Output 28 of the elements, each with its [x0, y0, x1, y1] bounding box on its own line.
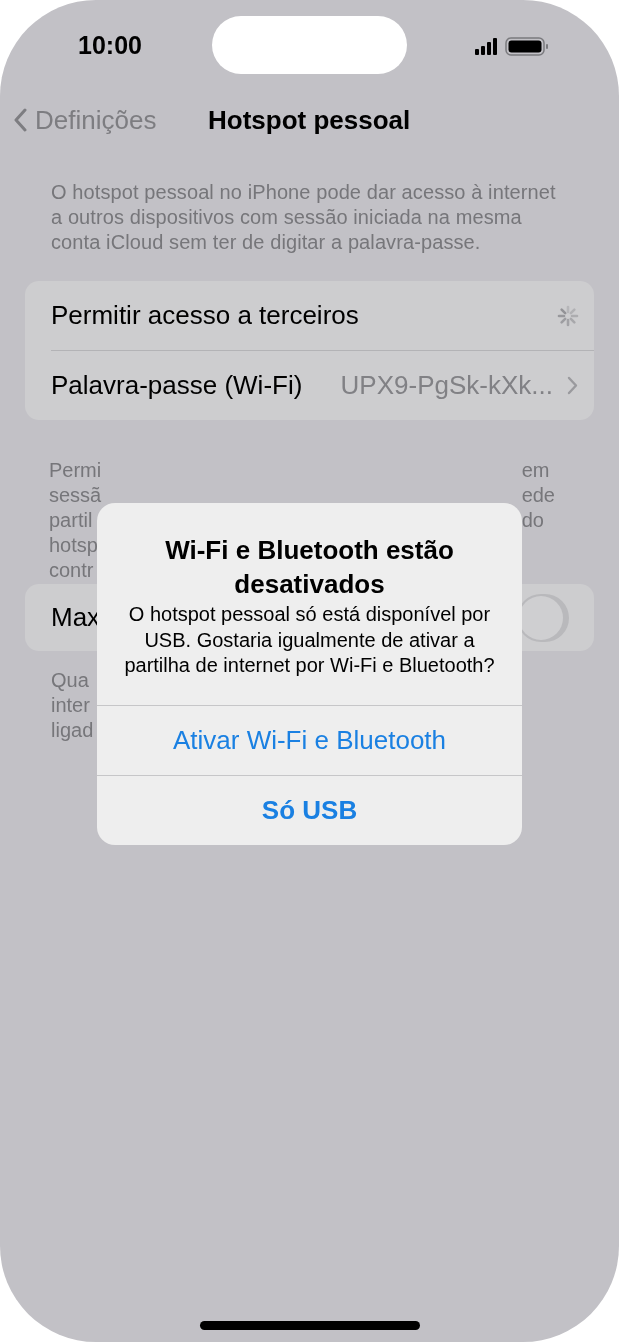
loading-spinner-icon [556, 303, 580, 328]
back-chevron-icon [14, 108, 27, 132]
row-label: Permitir acesso a terceiros [51, 300, 359, 331]
note-text: partil [49, 508, 94, 533]
page-title: Hotspot pessoal [208, 104, 411, 136]
row-value: UPX9-PgSk-kXk... [340, 370, 553, 401]
note-text: em [521, 458, 551, 483]
alert-message: O hotspot pessoal só está disponível por USB. Gostaria igualmente de ativar a partilha de internet por Wi-Fi e Bluetooth? [123, 602, 496, 678]
note-text: sessã [49, 483, 102, 508]
back-button[interactable]: Definições [14, 104, 157, 136]
note-text: contr [49, 558, 95, 583]
alert-button[interactable]: Só USB [97, 774, 522, 845]
note-text: do [521, 508, 545, 533]
chevron-icon [567, 376, 578, 395]
row-label: Palavra-passe (Wi-Fi) [51, 370, 303, 401]
note-text: Qua [51, 668, 90, 693]
alert-button[interactable]: Ativar Wi-Fi e Bluetooth [97, 704, 522, 775]
note-text: Permi [49, 458, 102, 483]
note-text: hotsp [49, 533, 99, 558]
note-text: ede [521, 483, 555, 508]
status-time: 10:00 [78, 30, 143, 60]
description-text: O hotspot pessoal no iPhone pode dar acesso à internet a outros dispositivos com sessão iniciada na mesma conta iCloud sem ter de digitar a palavra-passe. [51, 180, 557, 255]
note-text: ligad [51, 718, 94, 743]
signal-icon [475, 37, 497, 55]
note-text: inter [51, 693, 91, 718]
alert-title: Wi-Fi e Bluetooth estão desativados [164, 534, 455, 601]
battery-icon [505, 36, 549, 56]
row-label: Max [51, 602, 101, 633]
